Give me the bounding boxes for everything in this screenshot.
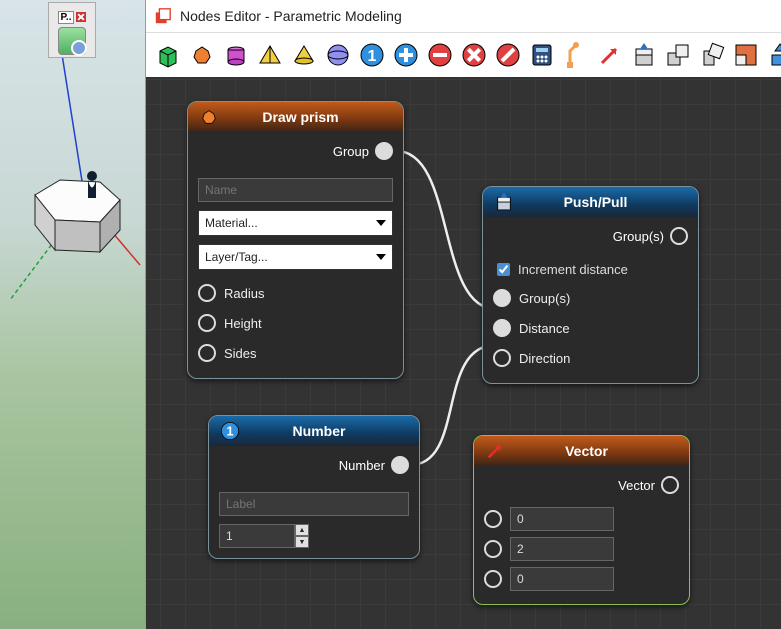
port-in-z[interactable] — [484, 570, 502, 588]
node-draw-prism[interactable]: Draw prism Group Material... Layer/Tag..… — [187, 101, 404, 379]
port-in-y[interactable] — [484, 540, 502, 558]
input-direction: Direction — [493, 343, 688, 373]
move-icon[interactable] — [662, 39, 694, 71]
port-in-distance[interactable] — [493, 319, 511, 337]
vector-icon — [484, 440, 506, 462]
number-icon: 1 — [219, 420, 241, 442]
node-header[interactable]: Push/Pull — [483, 187, 698, 217]
node-header[interactable]: Draw prism — [188, 102, 403, 132]
multiply-icon[interactable] — [458, 39, 490, 71]
node-header[interactable]: Vector — [474, 436, 689, 466]
svg-text:1: 1 — [227, 425, 234, 439]
sketchup-viewport — [0, 0, 145, 629]
vector-y-row — [484, 534, 679, 564]
node-canvas[interactable]: Draw prism Group Material... Layer/Tag..… — [146, 77, 781, 629]
number-value-input[interactable] — [219, 524, 295, 548]
scale-icon[interactable] — [730, 39, 762, 71]
number-spinner[interactable]: ▲▼ — [295, 524, 309, 548]
node-title: Push/Pull — [525, 194, 666, 210]
vector-x-row — [484, 504, 679, 534]
editor-toolbar: 1 — [146, 33, 781, 78]
rotate-icon[interactable] — [696, 39, 728, 71]
node-vector[interactable]: Vector Vector — [473, 435, 690, 605]
node-title: Number — [251, 423, 387, 439]
plugin-label: P.. — [58, 11, 75, 24]
window-title: Nodes Editor - Parametric Modeling — [180, 8, 402, 24]
prism-icon[interactable] — [186, 39, 218, 71]
cylinder-icon[interactable] — [220, 39, 252, 71]
point-icon[interactable] — [560, 39, 592, 71]
layer-select[interactable]: Layer/Tag... — [198, 244, 393, 270]
port-out-vector[interactable] — [661, 476, 679, 494]
input-groups: Group(s) — [493, 283, 688, 313]
svg-text:1: 1 — [368, 48, 377, 65]
port-in-height[interactable] — [198, 314, 216, 332]
name-input[interactable] — [198, 178, 393, 202]
node-pushpull[interactable]: Push/Pull Group(s) Increment distance Gr… — [482, 186, 699, 384]
align-icon[interactable] — [764, 39, 781, 71]
port-in-sides[interactable] — [198, 344, 216, 362]
parametric-modeling-icon[interactable] — [58, 27, 86, 55]
output-vector: Vector — [474, 466, 689, 498]
input-height: Height — [198, 308, 393, 338]
label-input[interactable] — [219, 492, 409, 516]
port-in-groups[interactable] — [493, 289, 511, 307]
divide-icon[interactable] — [492, 39, 524, 71]
number-icon[interactable]: 1 — [356, 39, 388, 71]
close-icon[interactable] — [76, 12, 86, 22]
node-title: Vector — [516, 443, 657, 459]
sketchup-logo-icon — [154, 7, 172, 25]
port-out-number[interactable] — [391, 456, 409, 474]
vector-z-input[interactable] — [510, 567, 614, 591]
port-out-groups[interactable] — [670, 227, 688, 245]
plugin-toolbar[interactable]: P.. — [48, 2, 96, 58]
vector-y-input[interactable] — [510, 537, 614, 561]
subtract-icon[interactable] — [424, 39, 456, 71]
box-icon[interactable] — [152, 39, 184, 71]
sphere-icon[interactable] — [322, 39, 354, 71]
port-out-group[interactable] — [375, 142, 393, 160]
material-select[interactable]: Material... — [198, 210, 393, 236]
input-distance: Distance — [493, 313, 688, 343]
calculator-icon[interactable] — [526, 39, 558, 71]
increment-checkbox[interactable] — [497, 263, 510, 276]
input-sides: Sides — [198, 338, 393, 368]
node-number[interactable]: 1 Number Number ▲▼ — [208, 415, 420, 559]
output-number: Number — [209, 446, 419, 478]
vector-x-input[interactable] — [510, 507, 614, 531]
input-radius: Radius — [198, 278, 393, 308]
port-in-radius[interactable] — [198, 284, 216, 302]
pyramid-icon[interactable] — [254, 39, 286, 71]
vector-icon[interactable] — [594, 39, 626, 71]
output-group: Group — [188, 132, 403, 164]
pushpull-icon — [493, 191, 515, 213]
pushpull-icon[interactable] — [628, 39, 660, 71]
output-groups: Group(s) — [483, 217, 698, 249]
node-title: Draw prism — [230, 109, 371, 125]
add-icon[interactable] — [390, 39, 422, 71]
port-in-direction[interactable] — [493, 349, 511, 367]
titlebar[interactable]: Nodes Editor - Parametric Modeling — [146, 0, 781, 33]
port-in-x[interactable] — [484, 510, 502, 528]
prism-icon — [198, 106, 220, 128]
cone-icon[interactable] — [288, 39, 320, 71]
nodes-editor-window: Nodes Editor - Parametric Modeling 1 — [145, 0, 781, 629]
vector-z-row — [484, 564, 679, 594]
increment-checkbox-row: Increment distance — [493, 255, 688, 283]
node-header[interactable]: 1 Number — [209, 416, 419, 446]
